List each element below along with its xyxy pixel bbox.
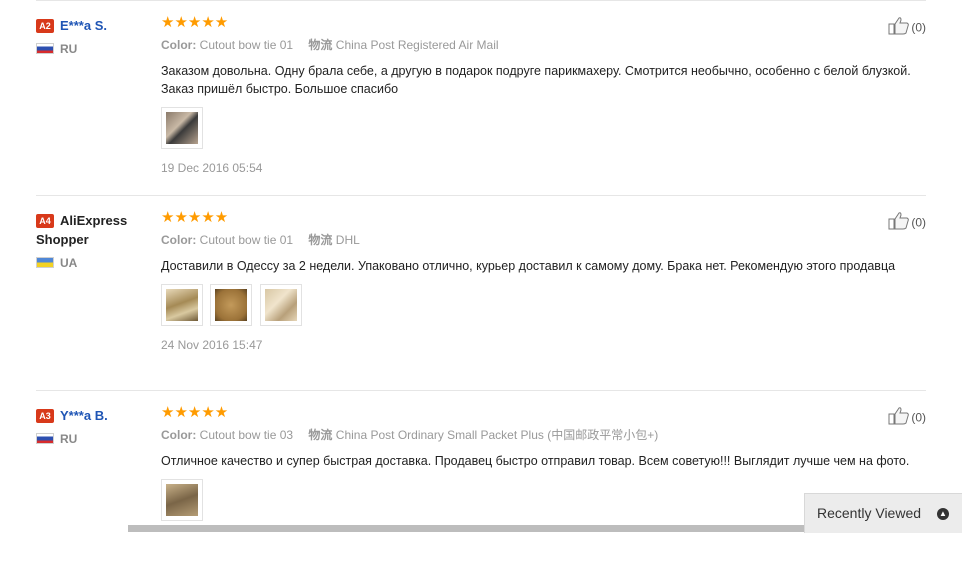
review-text: Отличное качество и супер быстрая достав… — [161, 454, 910, 468]
recently-viewed-tab[interactable]: Recently Viewed ▲ — [804, 493, 962, 533]
user-info: A4 AliExpress Shopper UA — [36, 211, 154, 270]
review-photos — [161, 479, 801, 521]
review-photo[interactable] — [161, 107, 203, 149]
user-name[interactable]: A3 Y***a B. — [36, 406, 154, 425]
star-rating: ★★★★★ — [161, 404, 229, 421]
ukraine-flag-icon — [36, 257, 54, 268]
star-rating: ★★★★★ — [161, 14, 229, 31]
review-body: ★★★★★ Color: Cutout bow tie 01 物流 China … — [161, 14, 911, 175]
feedback-item: A2 E***a S. RU ★★★★★ Color: Cutout bow ti… — [36, 0, 926, 196]
russia-flag-icon — [36, 433, 54, 444]
review-photo[interactable] — [259, 284, 302, 326]
feedback-item: A3 Y***a B. RU ★★★★★ Color: Cutout bow ti… — [36, 390, 926, 586]
star-rating: ★★★★★ — [161, 209, 229, 226]
review-body: ★★★★★ Color: Cutout bow tie 01 物流 DHL До… — [161, 209, 895, 352]
order-info: Color: Cutout bow tie 01 物流 China Post R… — [161, 38, 499, 52]
review-date: 24 Nov 2016 15:47 — [161, 338, 263, 352]
user-name[interactable]: A2 E***a S. — [36, 16, 154, 35]
feedback-item: A4 AliExpress Shopper UA ★★★★★ Color: Cut… — [36, 195, 926, 391]
order-info: Color: Cutout bow tie 01 物流 DHL — [161, 233, 360, 247]
review-photos — [161, 284, 801, 326]
review-photo[interactable] — [161, 284, 203, 326]
russia-flag-icon — [36, 43, 54, 54]
chevron-up-icon[interactable]: ▲ — [937, 508, 949, 520]
review-date: 19 Dec 2016 05:54 — [161, 161, 263, 175]
user-name-line-2: Shopper — [36, 232, 89, 247]
review-photos — [161, 107, 801, 149]
like-button[interactable]: (0) — [888, 406, 926, 431]
country: RU — [36, 42, 154, 56]
review-photo[interactable] — [210, 284, 253, 326]
thumbs-up-icon[interactable] — [888, 16, 910, 41]
user-info: A2 E***a S. RU — [36, 16, 154, 56]
thumbs-up-icon[interactable] — [888, 406, 910, 431]
review-text: Доставили в Одессу за 2 недели. Упакован… — [161, 259, 896, 273]
review-photo[interactable] — [161, 479, 203, 521]
level-badge: A4 — [36, 214, 54, 228]
like-button[interactable]: (0) — [888, 211, 926, 236]
level-badge: A3 — [36, 409, 54, 423]
thumbs-up-icon[interactable] — [888, 211, 910, 236]
country: UA — [36, 256, 154, 270]
review-text: Заказом довольна. Одну брала себе, а дру… — [161, 64, 911, 96]
level-badge: A2 — [36, 19, 54, 33]
user-info: A3 Y***a B. RU — [36, 406, 154, 446]
order-info: Color: Cutout bow tie 03 物流 China Post O… — [161, 428, 659, 442]
country: RU — [36, 432, 154, 446]
like-button[interactable]: (0) — [888, 16, 926, 41]
user-name: A4 AliExpress — [36, 211, 154, 230]
recently-viewed-label[interactable]: Recently Viewed — [817, 505, 921, 521]
review-body: ★★★★★ Color: Cutout bow tie 03 物流 China … — [161, 404, 909, 521]
